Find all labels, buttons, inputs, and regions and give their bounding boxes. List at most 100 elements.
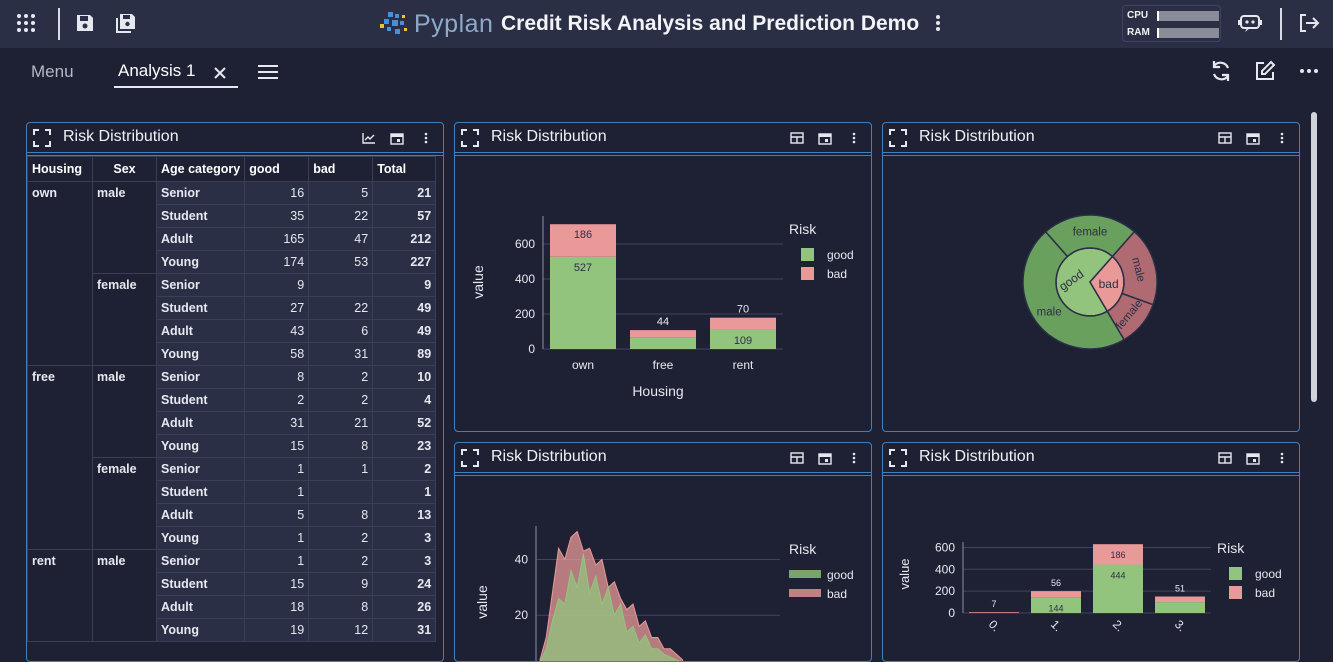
expand-icon[interactable] [889, 129, 907, 147]
age-category-cell: Adult [155, 595, 246, 619]
bar-bad-1. [1031, 591, 1081, 598]
age-category-cell: Senior [155, 457, 246, 481]
total-cell: 212 [372, 227, 437, 251]
bar-bad-rent [710, 317, 776, 330]
y-tick-label: 600 [935, 540, 955, 554]
y-tick-label: 600 [515, 237, 535, 251]
card-more-icon[interactable] [1274, 450, 1290, 466]
header-total[interactable]: Total [372, 156, 437, 182]
save-as-icon[interactable] [113, 10, 139, 36]
bar-good-3. [1155, 602, 1205, 613]
header-sex[interactable]: Sex [92, 156, 157, 182]
legend-label-good: good [827, 248, 854, 262]
calendar-icon[interactable] [1245, 130, 1261, 146]
age-category-cell: Young [155, 618, 246, 642]
x-tick-label: free [653, 358, 674, 372]
data-label: 7 [991, 599, 996, 609]
legend-label-bad: bad [827, 587, 847, 601]
calendar-icon[interactable] [389, 130, 405, 146]
tab-analysis-1[interactable]: Analysis 1 [114, 56, 238, 88]
legend-label-good: good [827, 568, 854, 582]
table-view-icon[interactable] [1217, 450, 1233, 466]
header-housing[interactable]: Housing [27, 156, 93, 182]
expand-icon[interactable] [461, 449, 479, 467]
toolbar-divider-right [1280, 8, 1282, 40]
data-label: 444 [1110, 571, 1125, 581]
expand-icon[interactable] [461, 129, 479, 147]
tab-menu[interactable]: Menu [31, 62, 74, 82]
save-icon[interactable] [72, 10, 98, 36]
age-category-cell: Young [155, 526, 246, 550]
table-view-icon[interactable] [789, 130, 805, 146]
sunburst-label-female: female [1073, 227, 1108, 239]
app-more-icon[interactable] [925, 10, 951, 36]
refresh-icon[interactable] [1208, 58, 1234, 84]
sunburst-card: Risk Distribution good male female bad male f… [882, 122, 1300, 432]
assistant-bot-icon[interactable] [1237, 10, 1263, 36]
legend-title: Risk [1217, 540, 1245, 556]
age-category-cell: Senior [155, 549, 246, 573]
close-tab-icon[interactable] [214, 67, 226, 79]
calendar-icon[interactable] [817, 130, 833, 146]
sex-cell: male [92, 549, 157, 642]
card-title: Risk Distribution [491, 128, 607, 145]
age-category-cell: Young [155, 434, 246, 458]
good-cell: 1 [244, 480, 310, 504]
card-more-icon[interactable] [846, 450, 862, 466]
apps-grid-icon[interactable] [13, 10, 39, 36]
calendar-icon[interactable] [817, 450, 833, 466]
age-category-cell: Young [155, 250, 246, 274]
age-category-cell: Adult [155, 319, 246, 343]
sex-cell: female [92, 457, 157, 550]
logo-text: Pyplan [414, 9, 494, 38]
age-category-cell: Adult [155, 503, 246, 527]
y-tick-label: 400 [935, 562, 955, 576]
more-options-icon[interactable] [1296, 58, 1322, 84]
x-tick-label: rent [733, 358, 754, 372]
header-age-category[interactable]: Age category [155, 156, 246, 182]
expand-icon[interactable] [33, 129, 51, 147]
hamburger-menu-icon[interactable] [255, 59, 281, 85]
age-category-cell: Student [155, 480, 246, 504]
total-cell: 31 [372, 618, 437, 642]
good-cell: 1 [244, 457, 310, 481]
good-cell: 19 [244, 618, 310, 642]
line-chart-icon[interactable] [361, 130, 377, 146]
total-cell: 4 [372, 388, 437, 412]
x-tick-label: 3. [1172, 617, 1189, 634]
pyplan-logo: Pyplan [378, 10, 493, 38]
good-cell: 31 [244, 411, 310, 435]
card-title: Risk Distribution [491, 448, 607, 465]
header-good[interactable]: good [244, 156, 310, 182]
sex-cell: male [92, 365, 157, 458]
card-more-icon[interactable] [846, 130, 862, 146]
y-axis-title: value [470, 265, 486, 299]
age-category-cell: Student [155, 296, 246, 320]
card-header: Risk Distribution [455, 123, 871, 153]
age-category-cell: Student [155, 204, 246, 228]
card-more-icon[interactable] [1274, 130, 1290, 146]
age-area-chart: 20 40 value Risk good bad [474, 526, 854, 661]
age-category-cell: Adult [155, 411, 246, 435]
housing-cell: own [27, 181, 93, 366]
edit-icon[interactable] [1252, 58, 1278, 84]
data-label: 70 [737, 304, 749, 316]
header-bad[interactable]: bad [308, 156, 374, 182]
logout-icon[interactable] [1296, 10, 1322, 36]
table-view-icon[interactable] [1217, 130, 1233, 146]
bad-cell: 47 [308, 227, 374, 251]
expand-icon[interactable] [889, 449, 907, 467]
age-bar-chart-card: Risk Distribution 0 200 400 600 7 0. 144 56 1. 44… [882, 442, 1300, 662]
calendar-icon[interactable] [1245, 450, 1261, 466]
total-cell: 49 [372, 296, 437, 320]
good-cell: 15 [244, 572, 310, 596]
card-header: Risk Distribution [455, 443, 871, 473]
age-category-cell: Senior [155, 273, 246, 297]
toolbar-divider [58, 8, 60, 40]
ram-label: RAM [1127, 27, 1150, 38]
good-cell: 1 [244, 526, 310, 550]
card-more-icon[interactable] [418, 130, 434, 146]
page-scrollbar[interactable] [1311, 112, 1317, 402]
table-view-icon[interactable] [789, 450, 805, 466]
total-cell: 52 [372, 411, 437, 435]
